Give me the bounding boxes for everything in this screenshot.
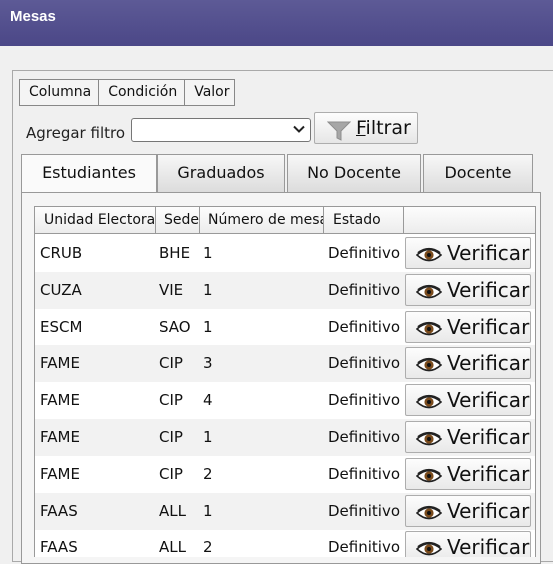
header-estado[interactable]: Estado	[324, 207, 404, 233]
cell-numero-de-mesa: 1	[203, 317, 213, 336]
funnel-icon	[327, 121, 351, 141]
verify-button-label: Verificar	[447, 241, 530, 265]
eye-icon	[416, 468, 442, 483]
cell-sede: CIP	[159, 428, 183, 446]
cell-estado: Definitivo	[328, 354, 401, 373]
cell-unidad-electoral: FAME	[40, 391, 80, 410]
tab-estudiantes[interactable]: Estudiantes	[21, 154, 157, 194]
verify-button[interactable]: Verificar	[405, 384, 531, 417]
cell-estado: Definitivo	[328, 501, 401, 520]
verify-button-label: Verificar	[447, 461, 530, 486]
cell-estado: Definitivo	[328, 464, 401, 483]
filter-value-header[interactable]: Valor	[185, 80, 233, 105]
cell-unidad-electoral: FAME	[40, 354, 80, 373]
verify-button[interactable]: Verificar	[405, 347, 531, 380]
cell-numero-de-mesa: 1	[203, 428, 213, 446]
table-row: FAAS ALL 2 Definitivo Verificar	[35, 529, 535, 557]
cell-sede: CIP	[159, 354, 183, 373]
add-filter-label: Agregar filtro	[26, 124, 126, 142]
cell-estado: Definitivo	[328, 244, 401, 262]
verify-button-label: Verificar	[447, 277, 530, 302]
filter-columns-header: Columna Condición Valor	[19, 79, 235, 106]
header-unidad-electoral[interactable]: Unidad Electoral	[35, 207, 156, 233]
add-filter-select[interactable]	[131, 118, 311, 142]
cell-numero-de-mesa: 1	[203, 280, 213, 299]
cell-sede: ALL	[159, 501, 186, 520]
filter-condition-header[interactable]: Condición	[99, 80, 186, 105]
header-actions	[404, 207, 535, 233]
table-row: CUZA VIE 1 Definitivo Verificar	[35, 271, 535, 309]
verify-button[interactable]: Verificar	[405, 237, 531, 269]
verify-button-label: Verificar	[447, 535, 530, 557]
cell-estado: Definitivo	[328, 538, 401, 557]
verify-button-label: Verificar	[447, 314, 530, 339]
cell-unidad-electoral: ESCM	[40, 317, 83, 336]
cell-estado: Definitivo	[328, 428, 401, 446]
verify-button[interactable]: Verificar	[405, 494, 531, 527]
cell-sede: CIP	[159, 391, 183, 410]
cell-unidad-electoral: FAAS	[40, 501, 78, 520]
verify-button-label: Verificar	[447, 388, 530, 413]
table-row: FAME CIP 1 Definitivo Verificar	[35, 419, 535, 456]
eye-icon	[416, 358, 442, 372]
table-row: FAME CIP 2 Definitivo Verificar	[35, 456, 535, 493]
cell-estado: Definitivo	[328, 391, 401, 410]
table-row: FAAS ALL 1 Definitivo Verificar	[35, 492, 535, 530]
cell-numero-de-mesa: 2	[203, 464, 213, 483]
eye-icon	[416, 542, 442, 556]
cell-numero-de-mesa: 4	[203, 391, 213, 410]
window-title: Mesas	[10, 8, 56, 25]
chevron-down-icon	[293, 125, 305, 133]
cell-unidad-electoral: FAAS	[40, 538, 78, 557]
title-bar: Mesas	[0, 0, 553, 46]
cell-numero-de-mesa: 3	[203, 354, 213, 373]
cell-sede: VIE	[159, 280, 184, 299]
verify-button-label: Verificar	[447, 498, 530, 523]
cell-numero-de-mesa: 1	[203, 501, 213, 520]
eye-icon	[416, 431, 442, 446]
eye-icon	[416, 321, 442, 335]
verify-button[interactable]: Verificar	[405, 273, 531, 306]
tab-docente[interactable]: Docente	[423, 154, 533, 192]
cell-unidad-electoral: FAME	[40, 464, 80, 483]
eye-icon	[416, 284, 442, 299]
verify-button[interactable]: Verificar	[405, 421, 531, 453]
cell-sede: SAO	[159, 317, 191, 336]
table-row: FAME CIP 4 Definitivo Verificar	[35, 382, 535, 419]
cell-sede: BHE	[159, 244, 191, 262]
cell-unidad-electoral: FAME	[40, 428, 80, 446]
tab-graduados[interactable]: Graduados	[157, 154, 285, 192]
eye-icon	[416, 395, 442, 409]
eye-icon	[416, 505, 442, 519]
verify-button-label: Verificar	[447, 425, 530, 449]
header-sede[interactable]: Sede	[156, 207, 200, 233]
table-header: Unidad Electoral Sede Número de mesa Est…	[35, 207, 535, 234]
tab-no-docente[interactable]: No Docente	[287, 154, 421, 192]
filter-column-header[interactable]: Columna	[20, 80, 100, 105]
table-row: ESCM SAO 1 Definitivo Verificar	[35, 309, 535, 346]
eye-icon	[416, 247, 442, 262]
cell-numero-de-mesa: 1	[203, 244, 213, 262]
cell-sede: ALL	[159, 538, 186, 557]
header-numero-de-mesa[interactable]: Número de mesa	[200, 207, 324, 233]
verify-button[interactable]: Verificar	[405, 310, 531, 343]
filter-button-label: Filtrar	[356, 117, 411, 139]
cell-unidad-electoral: CRUB	[40, 244, 83, 262]
verify-button-label: Verificar	[447, 351, 530, 376]
cell-estado: Definitivo	[328, 317, 401, 336]
table-row: CRUB BHE 1 Definitivo Verificar	[35, 235, 535, 272]
table-row: FAME CIP 3 Definitivo Verificar	[35, 345, 535, 383]
filter-button[interactable]: Filtrar	[314, 112, 418, 144]
cell-numero-de-mesa: 2	[203, 538, 213, 557]
cell-estado: Definitivo	[328, 280, 401, 299]
cell-unidad-electoral: CUZA	[40, 280, 82, 299]
verify-button[interactable]: Verificar	[405, 457, 531, 490]
verify-button[interactable]: Verificar	[405, 531, 531, 557]
mesas-table: Unidad Electoral Sede Número de mesa Est…	[34, 206, 536, 557]
cell-sede: CIP	[159, 464, 183, 483]
